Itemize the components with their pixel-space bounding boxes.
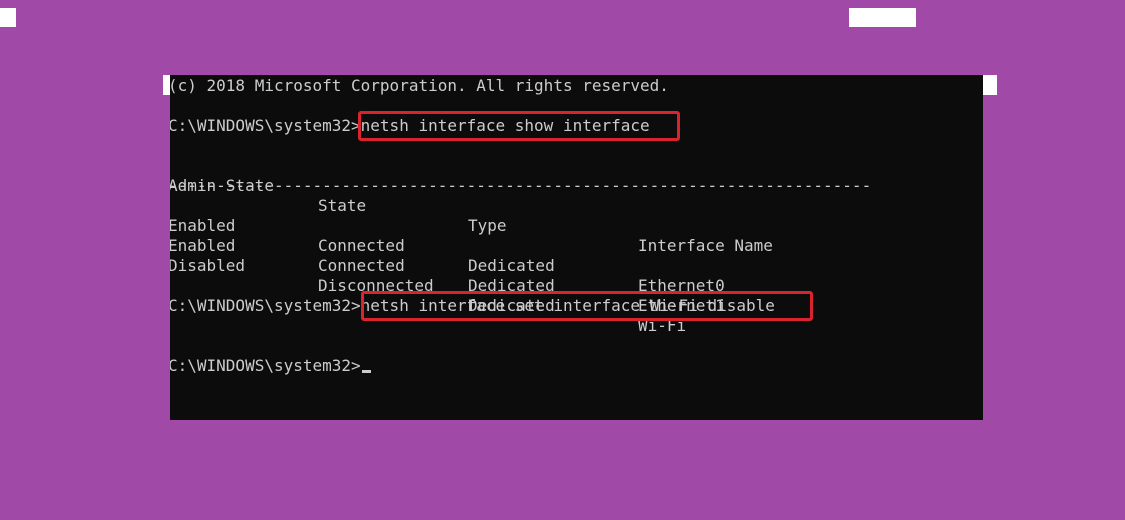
table-row: Disabled Disconnected Dedicated Wi-Fi <box>170 236 981 335</box>
table-row: Enabled Connected Dedicated Ethernet1 <box>170 216 981 315</box>
white-block-console-left <box>163 75 170 95</box>
prompt-line-3[interactable]: C:\WINDOWS\system32> <box>170 356 371 376</box>
white-block-top-left <box>0 8 16 27</box>
white-block-top-right <box>849 8 916 27</box>
row-admin-state: Disabled <box>170 256 246 275</box>
table-header: Admin State State Type Interface Name <box>170 156 981 255</box>
table-separator: ----------------------------------------… <box>170 176 872 195</box>
prompt-text: C:\WINDOWS\system32> <box>170 296 361 315</box>
copyright-line: (c) 2018 Microsoft Corporation. All righ… <box>170 76 669 95</box>
row-state: Connected <box>318 256 405 275</box>
prompt-text: C:\WINDOWS\system32> <box>170 356 361 375</box>
highlight-box-command-2 <box>361 291 813 321</box>
white-block-console-right <box>983 75 997 95</box>
table-row: Enabled Connected Dedicated Ethernet0 <box>170 196 981 295</box>
command-prompt-window[interactable]: (c) 2018 Microsoft Corporation. All righ… <box>170 75 983 420</box>
text-cursor <box>361 370 371 373</box>
highlight-box-command-1 <box>358 111 680 141</box>
row-type: Dedicated <box>468 256 555 275</box>
prompt-text: C:\WINDOWS\system32> <box>170 116 361 135</box>
